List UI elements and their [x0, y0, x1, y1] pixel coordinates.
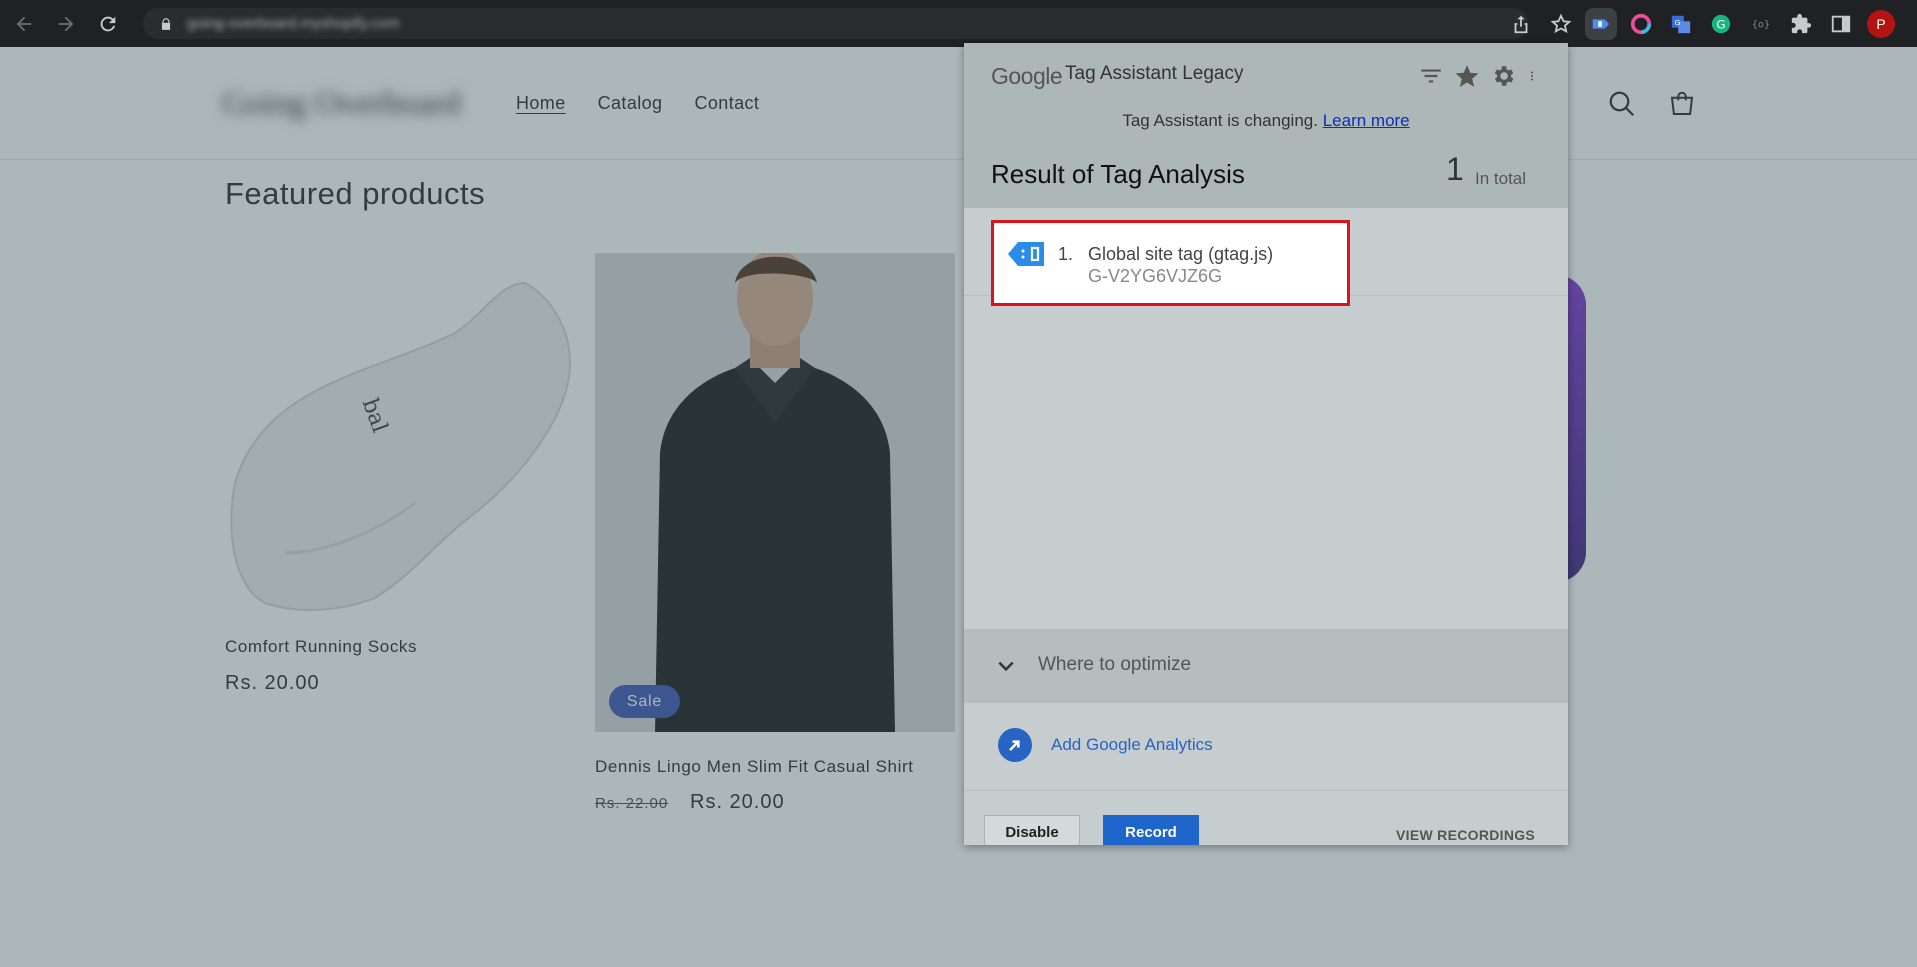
- result-title: Result of Tag Analysis: [991, 159, 1245, 189]
- back-icon: [16, 16, 32, 31]
- extension-button[interactable]: {o}: [1741, 4, 1781, 44]
- optimize-label: Where to optimize: [1038, 654, 1192, 675]
- side-panel-button[interactable]: [1821, 4, 1861, 44]
- add-ga-label[interactable]: Add Google Analytics: [1051, 735, 1213, 755]
- tag-assistant-extension-icon: [1585, 7, 1617, 40]
- disable-button[interactable]: Disable: [984, 815, 1080, 845]
- total-count: 1: [1446, 151, 1464, 187]
- popup-title: Tag Assistant Legacy: [1065, 63, 1244, 84]
- bookmark-star-icon: [1550, 13, 1572, 33]
- forward-icon: [58, 16, 74, 31]
- popup-header: Google Tag Assistant Legacy Tag Assistan…: [964, 43, 1568, 208]
- lock-icon: [161, 17, 171, 30]
- url-text: going-overboard.myshopify.com: [187, 15, 400, 32]
- browser-toolbar: going-overboard.myshopify.com G G {o} P: [0, 0, 1917, 47]
- reload-icon: [100, 16, 116, 31]
- translate-extension-icon: G: [1671, 15, 1691, 33]
- puzzle-icon: [1791, 13, 1812, 33]
- profile-avatar[interactable]: P: [1867, 9, 1895, 38]
- reload-button[interactable]: [90, 6, 126, 42]
- view-recordings-link[interactable]: VIEW RECORDINGS: [1396, 827, 1535, 843]
- translate-extension-button[interactable]: G: [1661, 4, 1701, 44]
- popup-footer: Disable Record VIEW RECORDINGS: [964, 791, 1568, 845]
- record-button[interactable]: Record: [1103, 815, 1199, 845]
- add-google-analytics-row[interactable]: Add Google Analytics: [964, 703, 1568, 791]
- google-logo: Google: [991, 63, 1063, 89]
- share-icon: [1514, 15, 1528, 33]
- forward-button[interactable]: [48, 6, 84, 42]
- extension-icon: {o}: [1752, 19, 1770, 30]
- color-extension-icon: [1630, 13, 1652, 34]
- grammarly-extension-icon: G: [1711, 14, 1731, 33]
- star-icon[interactable]: [1454, 63, 1480, 89]
- color-extension-button[interactable]: [1621, 4, 1661, 44]
- extensions-menu-button[interactable]: [1781, 4, 1821, 44]
- tag-id: G-V2YG6VJZ6G: [1088, 266, 1223, 286]
- arrow-link-icon: [998, 728, 1032, 762]
- filter-icon[interactable]: [1418, 63, 1444, 89]
- tag-assistant-extension-button[interactable]: [1581, 4, 1621, 44]
- where-to-optimize-row[interactable]: Where to optimize: [964, 629, 1568, 703]
- sidepanel-icon: [1831, 15, 1851, 32]
- total-label: In total: [1475, 169, 1527, 188]
- gear-icon[interactable]: [1490, 63, 1516, 89]
- back-button[interactable]: [6, 6, 42, 42]
- bookmark-button[interactable]: [1541, 4, 1581, 44]
- chevron-down-icon: [998, 661, 1014, 672]
- address-bar[interactable]: going-overboard.myshopify.com: [143, 8, 1528, 39]
- learn-more-link[interactable]: Learn more: [1323, 111, 1410, 130]
- header-actions: [1418, 63, 1538, 89]
- tag-icon: [1008, 242, 1044, 266]
- svg-text:G: G: [1675, 17, 1681, 26]
- tag-assistant-popup: Google Tag Assistant Legacy Tag Assistan…: [964, 43, 1568, 845]
- toolbar-actions: G G {o} P: [1501, 0, 1917, 47]
- svg-text:{o}: {o}: [1752, 19, 1770, 30]
- share-button[interactable]: [1501, 4, 1541, 44]
- svg-text:G: G: [1716, 17, 1725, 31]
- tag-name[interactable]: Global site tag (gtag.js): [1088, 244, 1273, 265]
- dim-overlay: [0, 47, 1917, 967]
- tag-number: 1.: [1058, 244, 1074, 264]
- notice-text: Tag Assistant is changing.: [1122, 111, 1318, 130]
- changing-notice: Tag Assistant is changing. Learn more: [964, 111, 1568, 131]
- more-vert-icon[interactable]: [1526, 63, 1538, 89]
- grammarly-extension-button[interactable]: G: [1701, 4, 1741, 44]
